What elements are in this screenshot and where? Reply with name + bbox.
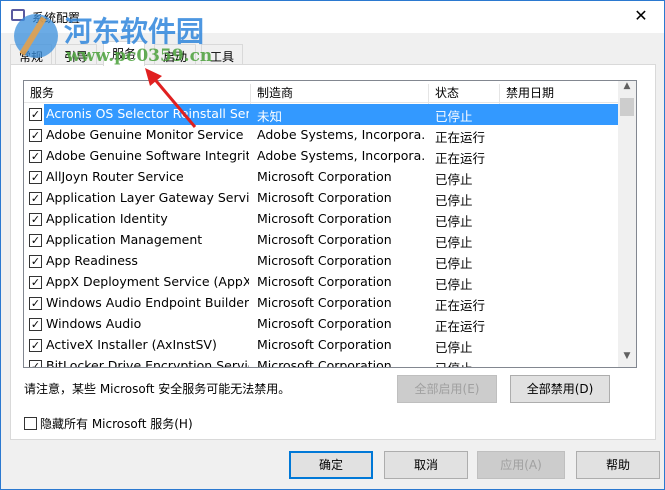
service-checkbox[interactable]: ✓ <box>29 192 42 205</box>
service-checkbox[interactable]: ✓ <box>29 318 42 331</box>
service-name: BitLocker Drive Encryption Service <box>46 358 249 368</box>
service-name: Application Identity <box>46 211 168 226</box>
checkbox-unchecked[interactable] <box>24 417 37 430</box>
service-manufacturer: Microsoft Corporation <box>257 337 392 352</box>
service-status: 已停止 <box>435 340 473 355</box>
enable-all-button[interactable]: 全部启用(E) <box>397 375 497 403</box>
service-name: AllJoyn Router Service <box>46 169 184 184</box>
service-status: 正在运行 <box>435 319 486 334</box>
service-status: 已停止 <box>435 193 473 208</box>
service-name: AppX Deployment Service (AppX... <box>46 274 249 289</box>
column-disabled-date[interactable]: 禁用日期 <box>500 84 619 104</box>
column-manufacturer[interactable]: 制造商 <box>251 84 429 104</box>
table-row[interactable]: ✓ Application Management Microsoft Corpora… <box>24 230 619 251</box>
scroll-down-icon[interactable]: ▼ <box>618 351 636 367</box>
table-row[interactable]: ✓ Application Layer Gateway Service Micros… <box>24 188 619 209</box>
system-config-window: 系统配置 ✕ 常规 引导 服务 启动 工具 服务 制造商 状态 禁用日期 ✓ Ac… <box>0 0 665 490</box>
service-status: 正在运行 <box>435 151 486 166</box>
table-row[interactable]: ✓ Windows Audio Microsoft Corporation 正在运行 <box>24 314 619 335</box>
service-checkbox[interactable]: ✓ <box>29 108 42 121</box>
service-status: 已停止 <box>435 172 473 187</box>
service-status: 已停止 <box>435 358 473 367</box>
list-header: 服务 制造商 状态 禁用日期 <box>24 81 619 104</box>
service-name: Application Management <box>46 232 203 247</box>
service-name: Adobe Genuine Monitor Service <box>46 127 244 142</box>
service-name: ActiveX Installer (AxInstSV) <box>46 337 217 352</box>
tab-startup[interactable]: 启动 <box>154 44 197 65</box>
table-row[interactable]: ✓ AppX Deployment Service (AppX... Microso… <box>24 272 619 293</box>
tab-general[interactable]: 常规 <box>10 44 53 65</box>
service-manufacturer: Microsoft Corporation <box>257 211 392 226</box>
service-manufacturer: Microsoft Corporation <box>257 253 392 268</box>
disable-all-button[interactable]: 全部禁用(D) <box>510 375 610 403</box>
tab-tools[interactable]: 工具 <box>201 44 244 65</box>
table-row[interactable]: ✓ Adobe Genuine Monitor Service Adobe Syst… <box>24 125 619 146</box>
hide-microsoft-services-checkbox[interactable]: 隐藏所有 Microsoft 服务(H) <box>24 415 193 432</box>
service-manufacturer: Adobe Systems, Incorpora... <box>257 127 425 142</box>
service-checkbox[interactable]: ✓ <box>29 255 42 268</box>
title-bar: 系统配置 ✕ <box>1 1 664 33</box>
service-name: Acronis OS Selector Reinstall Ser... <box>46 106 249 121</box>
service-status: 正在运行 <box>435 130 486 145</box>
service-status: 正在运行 <box>435 298 486 313</box>
service-manufacturer: Microsoft Corporation <box>257 169 392 184</box>
service-status: 已停止 <box>435 214 473 229</box>
service-manufacturer: Microsoft Corporation <box>257 358 392 368</box>
table-row[interactable]: ✓ App Readiness Microsoft Corporation 已停止 <box>24 251 619 272</box>
service-name: Application Layer Gateway Service <box>46 190 249 205</box>
service-checkbox[interactable]: ✓ <box>29 171 42 184</box>
tab-boot[interactable]: 引导 <box>55 44 98 65</box>
service-status: 已停止 <box>435 109 473 124</box>
table-row[interactable]: ✓ Acronis OS Selector Reinstall Ser... 未知 已… <box>24 104 619 125</box>
service-checkbox[interactable]: ✓ <box>29 129 42 142</box>
ok-button[interactable]: 确定 <box>289 451 373 479</box>
service-name: Adobe Genuine Software Integrit... <box>46 148 249 163</box>
table-row[interactable]: ✓ AllJoyn Router Service Microsoft Corpora… <box>24 167 619 188</box>
service-manufacturer: Microsoft Corporation <box>257 316 392 331</box>
tab-services[interactable]: 服务 <box>103 41 146 66</box>
service-status: 已停止 <box>435 277 473 292</box>
table-row[interactable]: ✓ Windows Audio Endpoint Builder Microsoft… <box>24 293 619 314</box>
scroll-thumb[interactable] <box>620 98 634 116</box>
service-checkbox[interactable]: ✓ <box>29 360 42 367</box>
column-status[interactable]: 状态 <box>429 84 500 104</box>
close-button[interactable]: ✕ <box>618 1 664 31</box>
service-checkbox[interactable]: ✓ <box>29 150 42 163</box>
service-status: 已停止 <box>435 256 473 271</box>
app-icon <box>11 9 25 21</box>
service-manufacturer: Microsoft Corporation <box>257 190 392 205</box>
service-checkbox[interactable]: ✓ <box>29 339 42 352</box>
help-button[interactable]: 帮助 <box>576 451 660 479</box>
service-name: Windows Audio Endpoint Builder <box>46 295 249 310</box>
service-name: App Readiness <box>46 253 138 268</box>
service-checkbox[interactable]: ✓ <box>29 276 42 289</box>
service-checkbox[interactable]: ✓ <box>29 213 42 226</box>
table-row[interactable]: ✓ Application Identity Microsoft Corporati… <box>24 209 619 230</box>
table-row[interactable]: ✓ BitLocker Drive Encryption Service Micro… <box>24 356 619 368</box>
column-service[interactable]: 服务 <box>24 84 251 104</box>
service-name: Windows Audio <box>46 316 142 331</box>
service-manufacturer: Adobe Systems, Incorpora... <box>257 148 425 163</box>
table-row[interactable]: ✓ Adobe Genuine Software Integrit... Adobe… <box>24 146 619 167</box>
services-list[interactable]: 服务 制造商 状态 禁用日期 ✓ Acronis OS Selector Rein… <box>23 80 637 368</box>
table-row[interactable]: ✓ ActiveX Installer (AxInstSV) Microsoft C… <box>24 335 619 356</box>
service-manufacturer: 未知 <box>257 109 283 124</box>
service-status: 已停止 <box>435 235 473 250</box>
security-note: 请注意，某些 Microsoft 安全服务可能无法禁用。 <box>24 382 291 396</box>
service-checkbox[interactable]: ✓ <box>29 234 42 247</box>
service-manufacturer: Microsoft Corporation <box>257 274 392 289</box>
cancel-button[interactable]: 取消 <box>384 451 468 479</box>
vertical-scrollbar[interactable]: ▲ ▼ <box>618 81 636 367</box>
service-manufacturer: Microsoft Corporation <box>257 295 392 310</box>
scroll-up-icon[interactable]: ▲ <box>618 81 636 97</box>
hide-ms-label: 隐藏所有 Microsoft 服务(H) <box>40 417 193 431</box>
window-title: 系统配置 <box>32 11 81 25</box>
service-manufacturer: Microsoft Corporation <box>257 232 392 247</box>
apply-button[interactable]: 应用(A) <box>477 451 565 479</box>
service-checkbox[interactable]: ✓ <box>29 297 42 310</box>
